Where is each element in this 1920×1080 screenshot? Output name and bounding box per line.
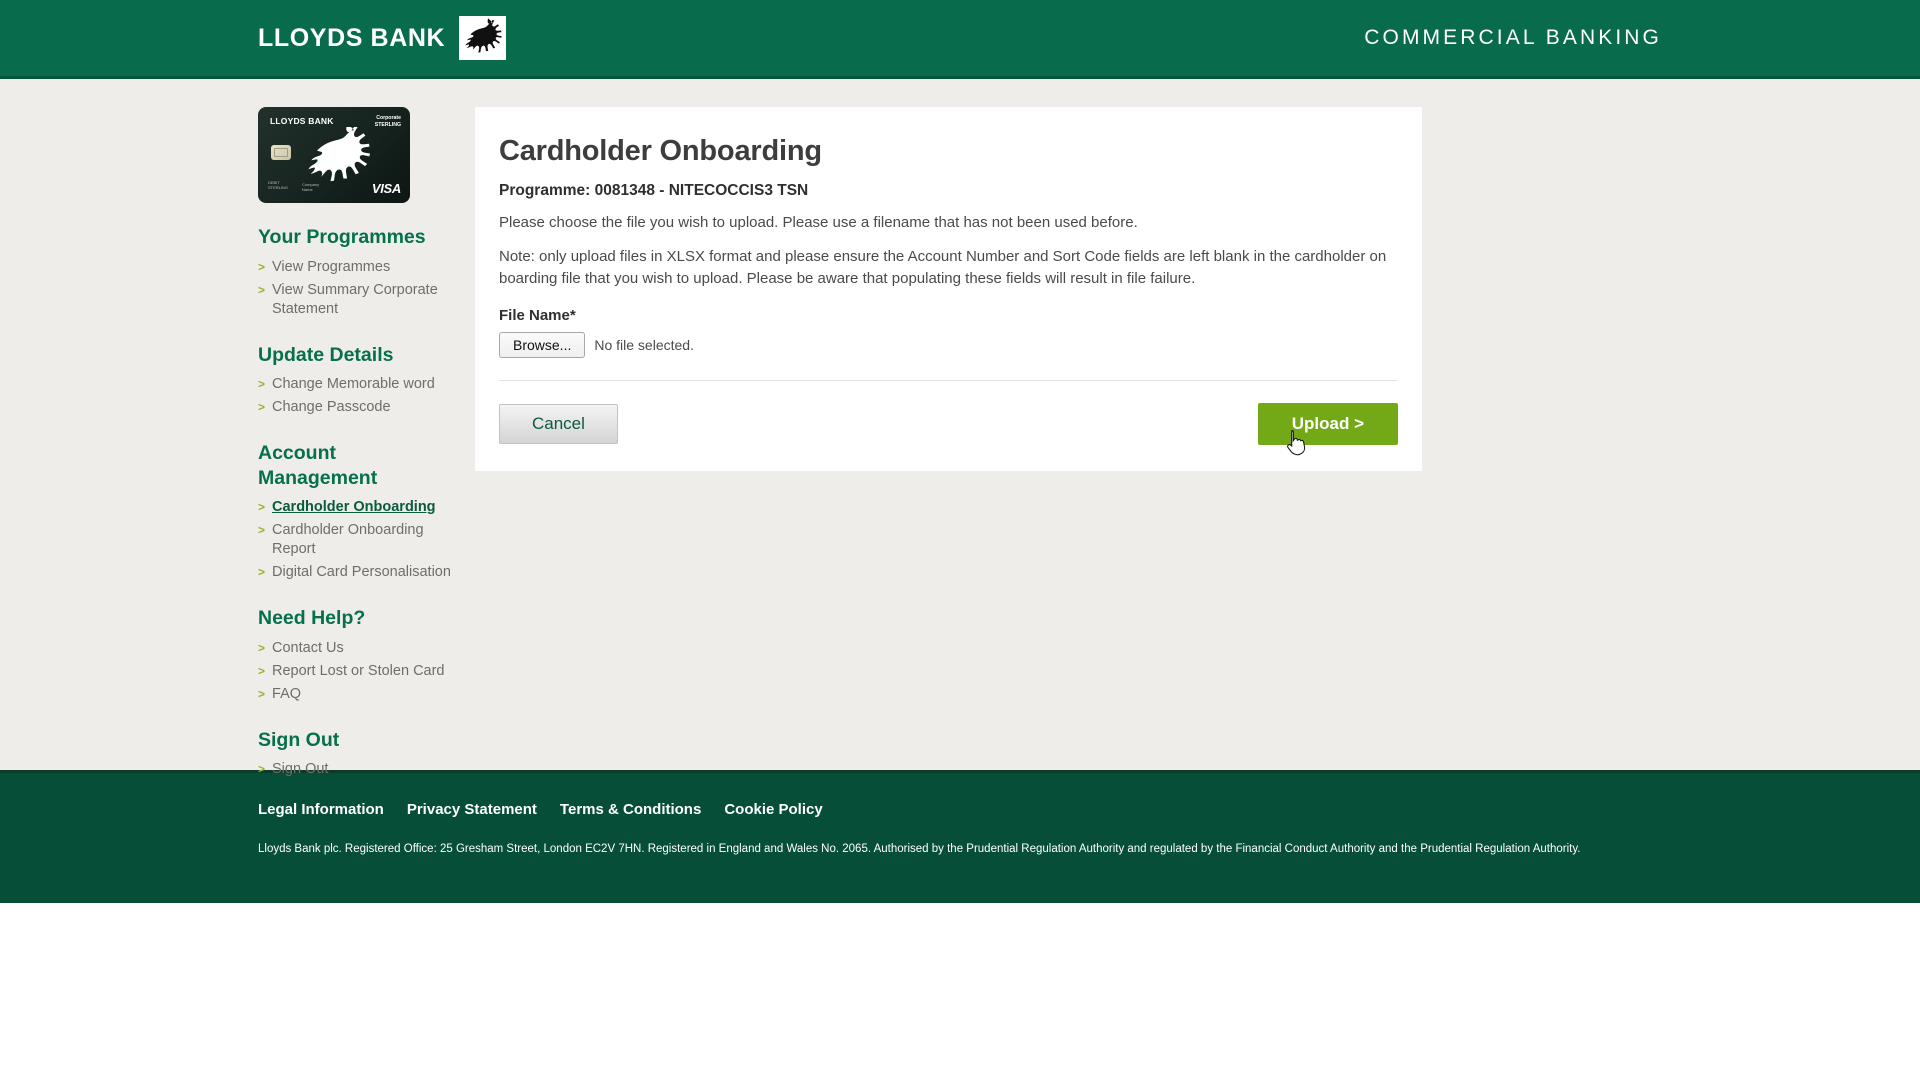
footer-link-cookie-policy[interactable]: Cookie Policy xyxy=(724,801,822,818)
sidebar-list-your-programmes: > View Programmes > View Summary Corpora… xyxy=(258,256,458,321)
card-tiny-mid: Company Name xyxy=(302,182,320,193)
sidebar-item-change-memorable-word[interactable]: > Change Memorable word xyxy=(258,373,458,396)
sidebar-link-label[interactable]: Digital Card Personalisation xyxy=(272,563,451,582)
sidebar-link-label[interactable]: View Summary Corporate Statement xyxy=(272,281,458,319)
footer-link-terms-and-conditions[interactable]: Terms & Conditions xyxy=(560,801,701,818)
chevron-right-icon: > xyxy=(258,762,266,777)
lloyds-white-horse-icon xyxy=(308,127,370,182)
action-button-row: Cancel Upload > xyxy=(499,403,1398,456)
upload-button-label: Upload > xyxy=(1291,414,1364,434)
file-selection-status: No file selected. xyxy=(594,337,694,354)
browse-button[interactable]: Browse... xyxy=(499,332,586,359)
sidebar-link-label[interactable]: Report Lost or Stolen Card xyxy=(272,662,444,681)
site-footer: Legal Information Privacy Statement Term… xyxy=(0,770,1920,903)
pointing-hand-cursor xyxy=(1286,430,1305,456)
sidebar-heading-your-programmes: Your Programmes xyxy=(258,226,426,248)
note-text: Note: only upload files in XLSX format a… xyxy=(499,247,1387,287)
sidebar-item-faq[interactable]: > FAQ xyxy=(258,683,458,706)
footer-legal-text: Lloyds Bank plc. Registered Office: 25 G… xyxy=(258,843,1581,855)
sidebar-item-report-lost-or-stolen-card[interactable]: > Report Lost or Stolen Card xyxy=(258,660,458,683)
site-header: LLOYDS BANK COMMERCIAL BANKING xyxy=(0,0,1920,79)
visa-logo: VISA xyxy=(371,181,401,196)
sidebar-link-label[interactable]: Contact Us xyxy=(272,639,344,658)
sidebar-link-label[interactable]: Change Memorable word xyxy=(272,375,435,394)
sidebar-link-label[interactable]: Change Passcode xyxy=(272,398,391,417)
upload-button[interactable]: Upload > xyxy=(1257,403,1398,456)
sidebar-item-cardholder-onboarding[interactable]: > Cardholder Onboarding xyxy=(258,496,458,519)
footer-links: Legal Information Privacy Statement Term… xyxy=(258,801,1662,818)
chevron-right-icon: > xyxy=(258,400,266,415)
chevron-right-icon: > xyxy=(258,565,266,580)
sidebar-link-label[interactable]: FAQ xyxy=(272,685,301,704)
chevron-right-icon: > xyxy=(258,377,266,392)
sidebar-link-label[interactable]: Sign Out xyxy=(272,760,328,779)
sidebar-list-need-help: > Contact Us > Report Lost or Stolen Car… xyxy=(258,637,458,706)
sidebar-list-sign-out: > Sign Out xyxy=(258,758,458,781)
sidebar-item-sign-out[interactable]: > Sign Out xyxy=(258,758,458,781)
chevron-right-icon: > xyxy=(258,640,266,655)
cancel-button[interactable]: Cancel xyxy=(499,404,618,445)
division-label: COMMERCIAL BANKING xyxy=(1364,26,1662,49)
sidebar-heading-update-details: Update Details xyxy=(258,343,394,366)
programme-label: Programme: 0081348 - NITECOCCIS3 TSN xyxy=(499,182,809,199)
file-upload-row: Browse... No file selected. xyxy=(499,332,1398,359)
card-bank-name: LLOYDS BANK xyxy=(270,116,334,126)
sidebar-item-cardholder-onboarding-report[interactable]: > Cardholder Onboarding Report xyxy=(258,519,458,561)
sidebar-list-account-management: > Cardholder Onboarding > Cardholder Onb… xyxy=(258,496,458,584)
sidebar-heading-need-help: Need Help? xyxy=(258,607,366,630)
chevron-right-icon: > xyxy=(258,663,266,678)
page-body: LLOYDS BANK Corporate STERLING DEBIT STERL… xyxy=(0,79,1920,777)
corporate-card-image: LLOYDS BANK Corporate STERLING DEBIT STERL… xyxy=(258,107,410,203)
sidebar-item-change-passcode[interactable]: > Change Passcode xyxy=(258,396,458,419)
file-name-label: File Name* xyxy=(499,307,576,325)
footer-inner: Legal Information Privacy Statement Term… xyxy=(190,773,1730,857)
chevron-right-icon: > xyxy=(258,282,266,297)
sidebar-link-label[interactable]: View Programmes xyxy=(272,258,390,277)
sidebar-link-label[interactable]: Cardholder Onboarding xyxy=(272,498,436,517)
sidebar-item-contact-us[interactable]: > Contact Us xyxy=(258,637,458,660)
brand-name: LLOYDS BANK xyxy=(258,23,446,52)
emv-chip-icon xyxy=(271,145,291,160)
sidebar: LLOYDS BANK Corporate STERLING DEBIT STERL… xyxy=(258,107,458,781)
main-content-panel: Cardholder Onboarding Programme: 0081348… xyxy=(475,107,1422,472)
chevron-right-icon: > xyxy=(258,686,266,701)
sidebar-heading-account-management: Account Management xyxy=(258,442,378,489)
lloyds-black-horse-icon xyxy=(459,16,507,60)
chevron-right-icon: > xyxy=(258,259,266,274)
chevron-right-icon: > xyxy=(258,500,266,515)
sidebar-heading-sign-out: Sign Out xyxy=(258,728,340,751)
page-title: Cardholder Onboarding xyxy=(499,135,822,167)
chevron-right-icon: > xyxy=(258,523,266,538)
card-product-label: Corporate STERLING xyxy=(374,115,401,128)
footer-link-privacy-statement[interactable]: Privacy Statement xyxy=(407,801,537,818)
sidebar-link-label[interactable]: Cardholder Onboarding Report xyxy=(272,521,458,559)
sidebar-item-view-programmes[interactable]: > View Programmes xyxy=(258,256,458,279)
form-divider xyxy=(499,380,1398,382)
header-inner: LLOYDS BANK COMMERCIAL BANKING xyxy=(190,0,1730,76)
intro-text: Please choose the file you wish to uploa… xyxy=(499,214,1138,231)
page-inner: LLOYDS BANK Corporate STERLING DEBIT STERL… xyxy=(190,79,1730,777)
sidebar-list-update-details: > Change Memorable word > Change Passcod… xyxy=(258,373,458,419)
brand-logo[interactable]: LLOYDS BANK xyxy=(258,16,507,60)
card-tiny-left: DEBIT STERLING xyxy=(268,180,289,191)
footer-link-legal-information[interactable]: Legal Information xyxy=(258,801,384,818)
sidebar-item-view-summary-corporate-statement[interactable]: > View Summary Corporate Statement xyxy=(258,279,458,321)
sidebar-item-digital-card-personalisation[interactable]: > Digital Card Personalisation xyxy=(258,561,458,584)
